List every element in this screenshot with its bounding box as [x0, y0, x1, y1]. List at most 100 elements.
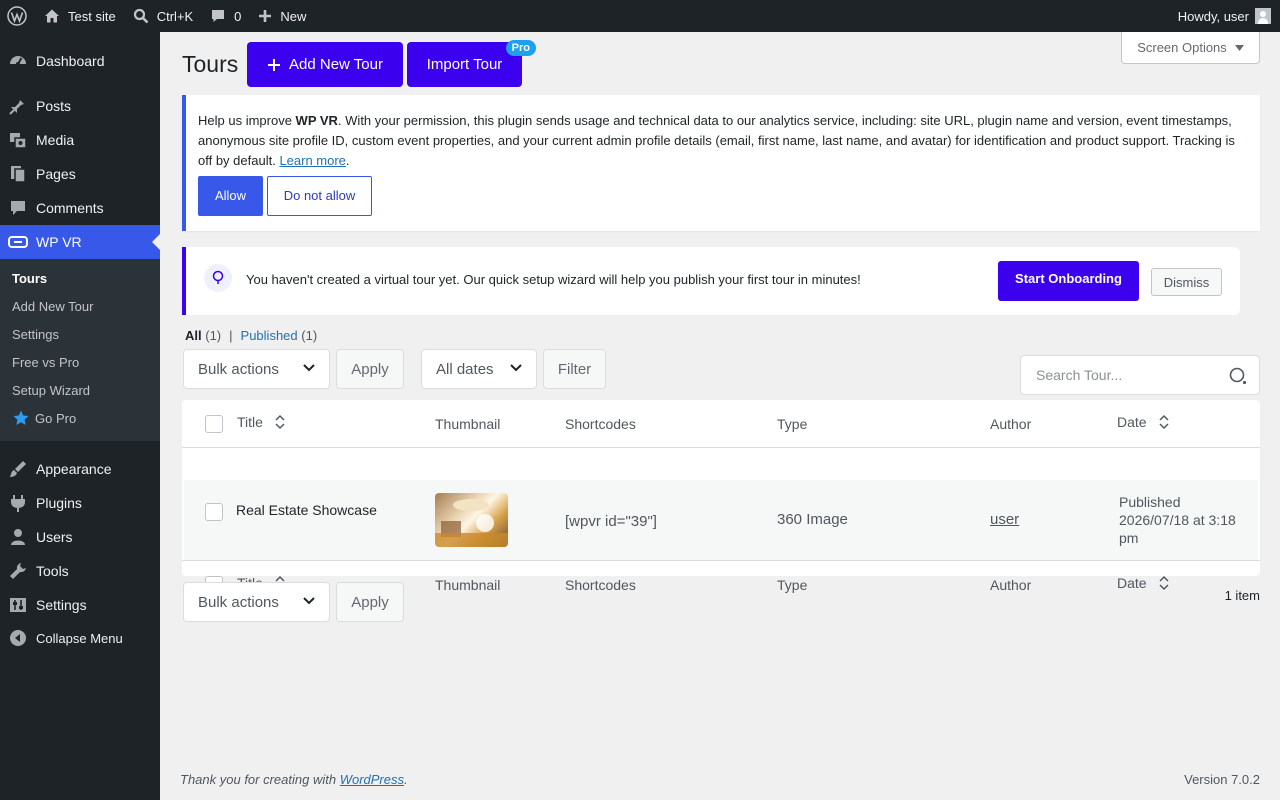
tour-shortcode[interactable]: [wpvr id="39"]: [565, 513, 657, 530]
column-date[interactable]: Date: [1117, 414, 1169, 430]
chevron-down-icon: [510, 364, 522, 372]
plus-icon: [268, 58, 281, 71]
tour-title-link[interactable]: Real Estate Showcase: [236, 502, 377, 518]
menu-item-dashboard[interactable]: Dashboard: [0, 44, 160, 78]
column-author-bottom: Author: [990, 577, 1032, 593]
tour-thumbnail: [435, 493, 508, 547]
wordpress-logo-menu[interactable]: [0, 0, 35, 32]
tour-author-link[interactable]: user: [990, 511, 1019, 528]
menu-item-media[interactable]: Media: [0, 123, 160, 157]
menu-label: Settings: [36, 597, 87, 613]
apply-button-bottom[interactable]: Apply: [336, 582, 404, 622]
row-checkbox[interactable]: [205, 503, 223, 521]
submenu-go-pro[interactable]: Go Pro: [12, 408, 76, 428]
menu-item-tools[interactable]: Tools: [0, 554, 160, 588]
howdy-text: Howdy, user: [1177, 8, 1249, 24]
menu-item-wp-vr[interactable]: WP VR: [0, 225, 160, 259]
menu-label: Users: [36, 529, 73, 545]
go-pro-label: Go Pro: [35, 410, 77, 426]
menu-item-users[interactable]: Users: [0, 520, 160, 554]
column-date-bottom[interactable]: Date: [1117, 575, 1169, 591]
wp-version: Version 7.0.2: [1184, 772, 1260, 787]
screen-options-label: Screen Options: [1137, 40, 1227, 55]
menu-item-comments[interactable]: Comments: [0, 191, 160, 225]
footer-thanks: Thank you for creating with: [180, 772, 340, 787]
wp-vr-submenu: Tours Add New Tour Settings Free vs Pro …: [0, 259, 160, 441]
menu-label: Plugins: [36, 495, 82, 511]
item-count: 1 item: [1224, 588, 1260, 603]
search-placeholder: Search Tour...: [1036, 367, 1123, 383]
dismiss-onboarding-button[interactable]: Dismiss: [1151, 268, 1222, 296]
menu-item-plugins[interactable]: Plugins: [0, 486, 160, 520]
comment-icon: [212, 10, 225, 22]
menu-label: Appearance: [36, 461, 112, 477]
column-date-label: Date: [1117, 575, 1147, 591]
bulk-actions-value: Bulk actions: [198, 593, 279, 611]
menu-item-pages[interactable]: Pages: [0, 157, 160, 191]
column-thumbnail-bottom: Thumbnail: [435, 577, 501, 593]
site-name-menu[interactable]: Test site: [35, 0, 124, 32]
filter-separator: |: [229, 328, 233, 343]
chevron-down-icon: [303, 597, 315, 605]
admin-bar: Test site Ctrl+K 0 New Howdy, user: [0, 0, 1280, 32]
table-row: Real Estate Showcase [wpvr id="39"] 360 …: [184, 480, 1258, 560]
learn-more-link[interactable]: Learn more: [279, 153, 345, 168]
sort-icon: [1159, 414, 1169, 430]
deny-tracking-button[interactable]: Do not allow: [267, 176, 372, 216]
allow-tracking-button[interactable]: Allow: [198, 176, 263, 216]
select-all-checkbox[interactable]: [205, 415, 223, 433]
start-onboarding-button[interactable]: Start Onboarding: [998, 261, 1139, 301]
filter-published-link[interactable]: Published (1): [241, 328, 318, 343]
site-name: Test site: [68, 8, 116, 24]
wordpress-link[interactable]: WordPress: [340, 772, 404, 787]
user-icon: [0, 527, 36, 547]
column-title[interactable]: Title: [237, 414, 285, 430]
search-icon: [133, 8, 149, 24]
footer-period: .: [404, 772, 408, 787]
date-filter-value: All dates: [436, 360, 494, 378]
comments-count: 0: [234, 8, 242, 24]
menu-label: Dashboard: [36, 53, 105, 69]
menu-label: Posts: [36, 98, 72, 114]
submenu-add-new-tour[interactable]: Add New Tour: [12, 296, 93, 316]
filter-button[interactable]: Filter: [543, 349, 606, 389]
column-thumbnail: Thumbnail: [435, 416, 501, 432]
date-filter-select[interactable]: All dates: [421, 349, 537, 389]
submenu-tours[interactable]: Tours: [12, 268, 47, 288]
add-new-tour-button[interactable]: Add New Tour: [247, 42, 403, 87]
new-content-menu[interactable]: New: [249, 0, 314, 32]
menu-item-appearance[interactable]: Appearance: [0, 452, 160, 486]
submenu-free-vs-pro[interactable]: Free vs Pro: [12, 352, 79, 372]
command-search[interactable]: Ctrl+K: [124, 0, 201, 32]
star-icon: [13, 410, 29, 425]
vr-headset-icon: [0, 232, 36, 252]
screen-options-toggle[interactable]: Screen Options: [1121, 32, 1260, 64]
filter-all-link[interactable]: All (1): [185, 328, 221, 343]
pages-icon: [0, 164, 36, 184]
import-tour-button[interactable]: Import Tour Pro: [407, 40, 536, 87]
my-account-menu[interactable]: Howdy, user: [1170, 0, 1280, 32]
published-label: Published: [240, 328, 298, 343]
admin-footer-text: Thank you for creating with WordPress.: [180, 772, 408, 787]
submenu-settings[interactable]: Settings: [12, 324, 59, 344]
search-icon[interactable]: [1229, 367, 1248, 386]
bulk-actions-select-top[interactable]: Bulk actions: [183, 349, 330, 389]
comments-menu[interactable]: 0: [201, 0, 249, 32]
search-tour-input[interactable]: Search Tour...: [1020, 355, 1260, 395]
home-icon: [45, 9, 59, 23]
all-count: (1): [205, 328, 222, 343]
menu-item-posts[interactable]: Posts: [0, 89, 160, 123]
collapse-menu-button[interactable]: Collapse Menu: [0, 621, 160, 655]
bulk-actions-value: Bulk actions: [198, 360, 279, 378]
apply-button-top[interactable]: Apply: [336, 349, 404, 389]
table-header-row: Title Thumbnail Shortcodes Type Author D…: [182, 400, 1260, 448]
menu-label: Comments: [36, 200, 104, 216]
brush-icon: [0, 459, 36, 479]
menu-item-settings[interactable]: Settings: [0, 588, 160, 622]
column-title-label: Title: [237, 414, 263, 430]
column-date-label: Date: [1117, 414, 1147, 430]
avatar: [1255, 8, 1271, 24]
submenu-setup-wizard[interactable]: Setup Wizard: [12, 380, 90, 400]
menu-label: Collapse Menu: [36, 630, 123, 646]
bulk-actions-select-bottom[interactable]: Bulk actions: [183, 582, 330, 622]
